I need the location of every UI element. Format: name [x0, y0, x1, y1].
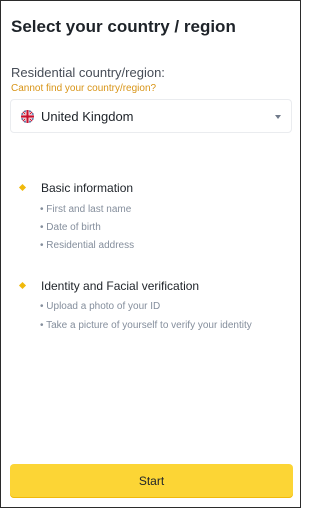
- start-button[interactable]: Start: [10, 464, 293, 498]
- uk-flag-icon: [21, 110, 34, 123]
- residential-country-label: Residential country/region:: [11, 65, 165, 80]
- page-title: Select your country / region: [11, 17, 236, 36]
- diamond-bullet-icon: [18, 281, 27, 290]
- list-item: • Upload a photo of your ID: [40, 301, 161, 312]
- cannot-find-country-link[interactable]: Cannot find your country/region?: [11, 83, 156, 94]
- step-title-basic-information: Basic information: [41, 181, 134, 195]
- step-title-identity-verification: Identity and Facial verification: [41, 279, 200, 293]
- country-selection-screen: Select your country / region Residential…: [0, 0, 301, 508]
- caret-down-icon: [275, 115, 281, 119]
- list-item: • First and last name: [40, 204, 132, 215]
- selected-country-value: United Kingdom: [41, 109, 134, 124]
- list-item: • Date of birth: [40, 222, 101, 233]
- list-item: • Take a picture of yourself to verify y…: [40, 320, 252, 331]
- list-item: • Residential address: [40, 240, 135, 251]
- diamond-bullet-icon: [18, 183, 27, 192]
- country-select[interactable]: United Kingdom: [10, 99, 292, 133]
- start-button-label: Start: [138, 474, 165, 488]
